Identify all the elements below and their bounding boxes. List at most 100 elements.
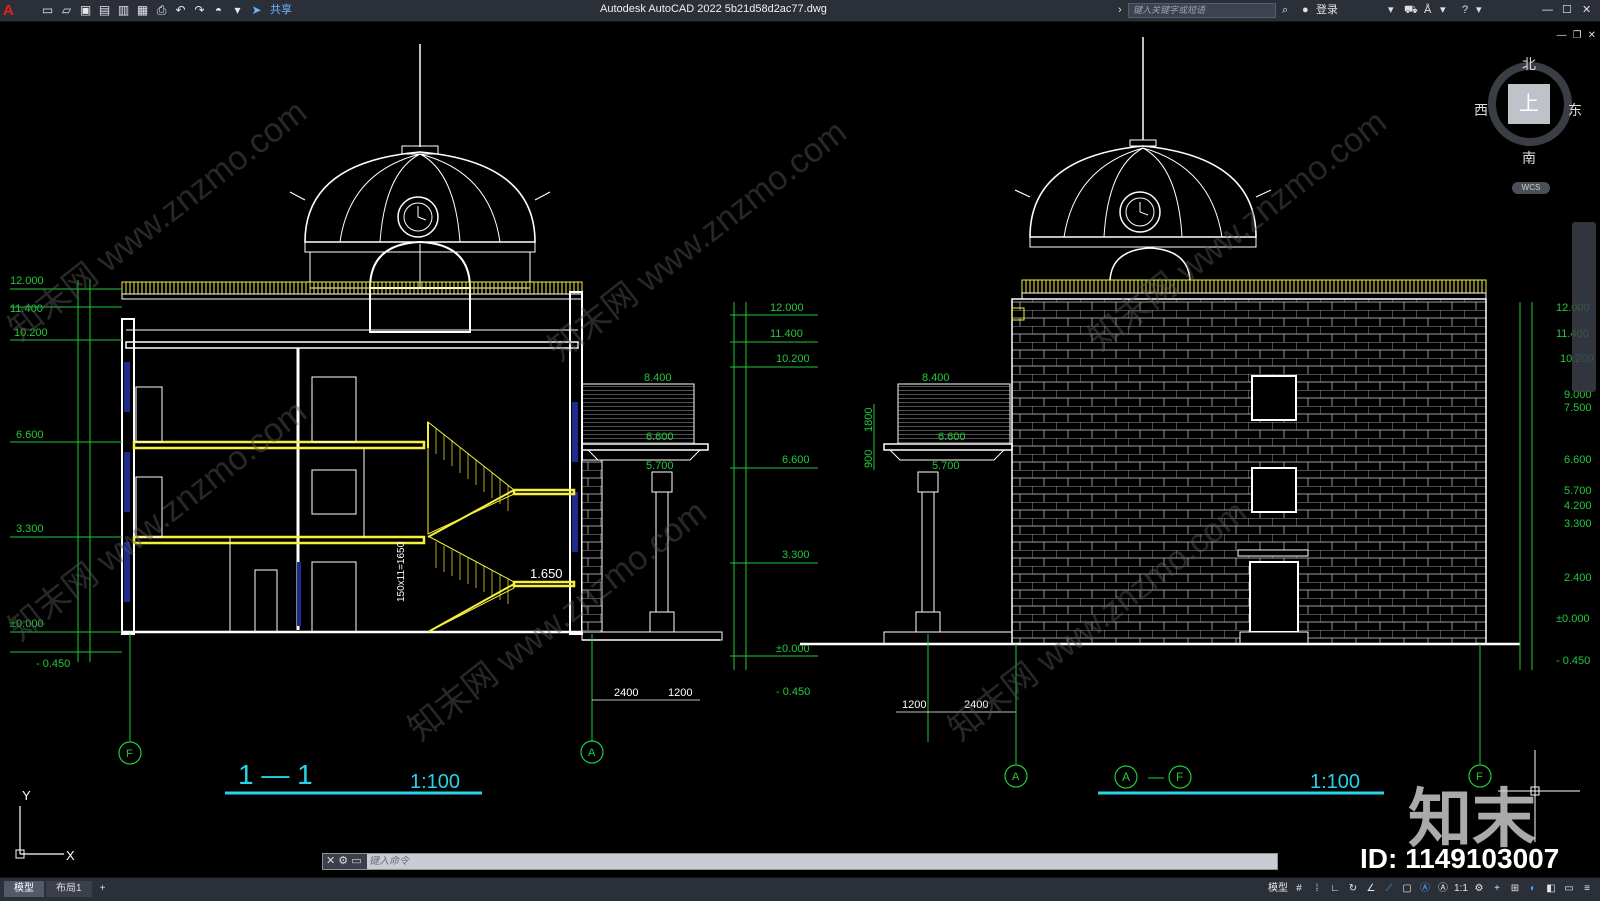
status-tools: 模型 # ⁞ ∟ ↻ ∠ ⟋ ▢ Ⓐ Ⓐ 1:1 ⚙ + ⊞ ◐ ◧ ▭ ≡ (1268, 881, 1594, 897)
hardware-accel-icon[interactable]: ◧ (1544, 881, 1558, 897)
axis-f-left: F (126, 748, 133, 760)
viewcube-east[interactable]: 东 (1568, 100, 1582, 120)
new-file-icon[interactable]: ▭ (40, 3, 55, 18)
clean-screen-icon[interactable]: ▭ (1562, 881, 1576, 897)
print-icon[interactable]: ⎙ (154, 3, 169, 18)
viewport-close-icon[interactable]: ✕ (1588, 30, 1596, 41)
annotation-scale[interactable]: 1:1 (1454, 881, 1468, 897)
navigation-bar[interactable] (1572, 222, 1596, 392)
quick-access-toolbar: ▭ ▱ ▣ ▤ ▥ ▦ ⎙ ↶ ↷ ◓ ▾ ➤ 共享 (40, 2, 292, 19)
signin-dropdown-icon[interactable]: ▾ (1388, 2, 1394, 19)
autocad-logo[interactable]: A (3, 1, 29, 20)
window-title: Autodesk AutoCAD 2022 5b21d58d2ac77.dwg (600, 3, 827, 15)
section-scale: 1:100 (410, 771, 460, 793)
open-web-icon[interactable]: ▥ (116, 3, 131, 18)
section-title: 1 — 1 (238, 759, 313, 790)
svg-text:2400: 2400 (614, 687, 638, 699)
viewport-minimize-icon[interactable]: — (1557, 30, 1567, 41)
viewcube-south[interactable]: 南 (1522, 148, 1536, 168)
viewcube[interactable]: 上 北 南 西 东 WCS (1474, 52, 1582, 194)
svg-text:6.600: 6.600 (646, 431, 674, 443)
elevation-title-block: A — F 1:100 (1098, 765, 1384, 795)
tab-layout1[interactable]: 布局1 (46, 881, 92, 897)
tab-model[interactable]: 模型 (4, 881, 44, 897)
search-input[interactable]: 键入关键字或短语 (1128, 3, 1276, 18)
customize-qat-icon[interactable]: ▾ (230, 3, 245, 18)
stair-label: 150x11=1650 (396, 541, 407, 602)
customize-command-icon[interactable]: ⚙ (338, 855, 348, 867)
svg-text:2.400: 2.400 (1564, 572, 1592, 584)
save-web-icon[interactable]: ▦ (135, 3, 150, 18)
grid-icon[interactable]: # (1292, 881, 1306, 897)
svg-text:知末网 www.znzmo.com: 知末网 www.znzmo.com (2, 393, 314, 649)
viewcube-north[interactable]: 北 (1522, 54, 1536, 74)
model-space-button[interactable]: 模型 (1268, 881, 1288, 897)
help-icon[interactable]: ? (1462, 2, 1468, 19)
redo-icon[interactable]: ↷ (192, 3, 207, 18)
search-icon[interactable]: ⌕ (1282, 2, 1288, 19)
object-snap-icon[interactable]: ▢ (1400, 881, 1414, 897)
svg-text:6.600: 6.600 (938, 431, 966, 443)
svg-text:900: 900 (863, 450, 875, 468)
signin-button[interactable]: 登录 (1316, 2, 1338, 19)
svg-text:12.000: 12.000 (770, 302, 804, 314)
svg-text:知末网 www.znzmo.com: 知末网 www.znzmo.com (2, 93, 314, 349)
axis-a-left: A (588, 747, 596, 759)
customization-menu-icon[interactable]: ≡ (1580, 881, 1594, 897)
units-icon[interactable]: ⊞ (1508, 881, 1522, 897)
recent-commands-icon[interactable]: ▭ (351, 855, 361, 867)
svg-text:3.300: 3.300 (1564, 518, 1592, 530)
viewcube-west[interactable]: 西 (1474, 100, 1488, 120)
svg-text:1200: 1200 (902, 699, 926, 711)
wcs-menu[interactable]: WCS (1512, 182, 1550, 194)
svg-text:8.400: 8.400 (644, 372, 672, 384)
svg-text:1200: 1200 (668, 687, 692, 699)
isodraft-icon[interactable]: ⟋ (1382, 881, 1396, 897)
osnap-tracking-icon[interactable]: ∠ (1364, 881, 1378, 897)
command-input[interactable]: 键入命令 (369, 854, 409, 869)
svg-text:7.500: 7.500 (1564, 402, 1592, 414)
svg-text:- 0.450: - 0.450 (776, 686, 810, 698)
save-icon[interactable]: ▣ (78, 3, 93, 18)
ortho-icon[interactable]: ∟ (1328, 881, 1342, 897)
save-as-icon[interactable]: ▤ (97, 3, 112, 18)
snap-icon[interactable]: ⁞ (1310, 881, 1324, 897)
svg-text:5.700: 5.700 (932, 460, 960, 472)
isolate-objects-icon[interactable]: ◐ (1526, 881, 1540, 897)
minimize-icon[interactable]: — (1542, 2, 1553, 19)
search-expand-icon[interactable]: › (1118, 2, 1122, 19)
command-line[interactable]: ✕ ⚙ ▭ 键入命令 (322, 853, 1278, 870)
open-file-icon[interactable]: ▱ (59, 3, 74, 18)
svg-text:8.400: 8.400 (922, 372, 950, 384)
workspace-icon[interactable]: ◓ (211, 3, 226, 18)
annotation-visibility-icon[interactable]: Ⓐ (1418, 881, 1432, 897)
cart-icon[interactable]: ⛟ (1404, 2, 1418, 19)
stair-level: 1.650 (530, 566, 563, 581)
app-dropdown-icon[interactable]: ▾ (1440, 2, 1446, 19)
autodesk-app-icon[interactable]: Å (1424, 2, 1431, 19)
polar-icon[interactable]: ↻ (1346, 881, 1360, 897)
svg-text:知末网 www.znzmo.com: 知末网 www.znzmo.com (542, 113, 854, 369)
add-layout-button[interactable]: + (94, 881, 112, 897)
close-icon[interactable]: ✕ (1582, 2, 1591, 19)
layout-tabs: 模型 布局1 + (4, 881, 111, 897)
ucs-icon: Y X (15, 788, 75, 863)
close-command-icon[interactable]: ✕ (326, 855, 335, 867)
svg-text:10.200: 10.200 (776, 353, 810, 365)
workspace-gear-icon[interactable]: ⚙ (1472, 881, 1486, 897)
svg-text:3.300: 3.300 (782, 549, 810, 561)
undo-icon[interactable]: ↶ (173, 3, 188, 18)
svg-text:6.600: 6.600 (1564, 454, 1592, 466)
maximize-icon[interactable]: ☐ (1562, 2, 1572, 19)
viewcube-top-face[interactable]: 上 (1508, 84, 1550, 124)
share-button[interactable]: 共享 (270, 3, 292, 18)
share-icon[interactable]: ➤ (249, 3, 264, 18)
drawing-canvas[interactable]: 150x11=1650 1.650 12.000 11.400 10.200 6… (0, 22, 1600, 877)
viewport-restore-icon[interactable]: ❐ (1573, 30, 1582, 41)
axis-a-right: A (1012, 771, 1020, 783)
autoscale-icon[interactable]: Ⓐ (1436, 881, 1450, 897)
help-dropdown-icon[interactable]: ▾ (1476, 2, 1482, 19)
annotation-monitor-icon[interactable]: + (1490, 881, 1504, 897)
user-icon[interactable]: ● (1302, 2, 1309, 19)
svg-text:12.000: 12.000 (10, 275, 44, 287)
